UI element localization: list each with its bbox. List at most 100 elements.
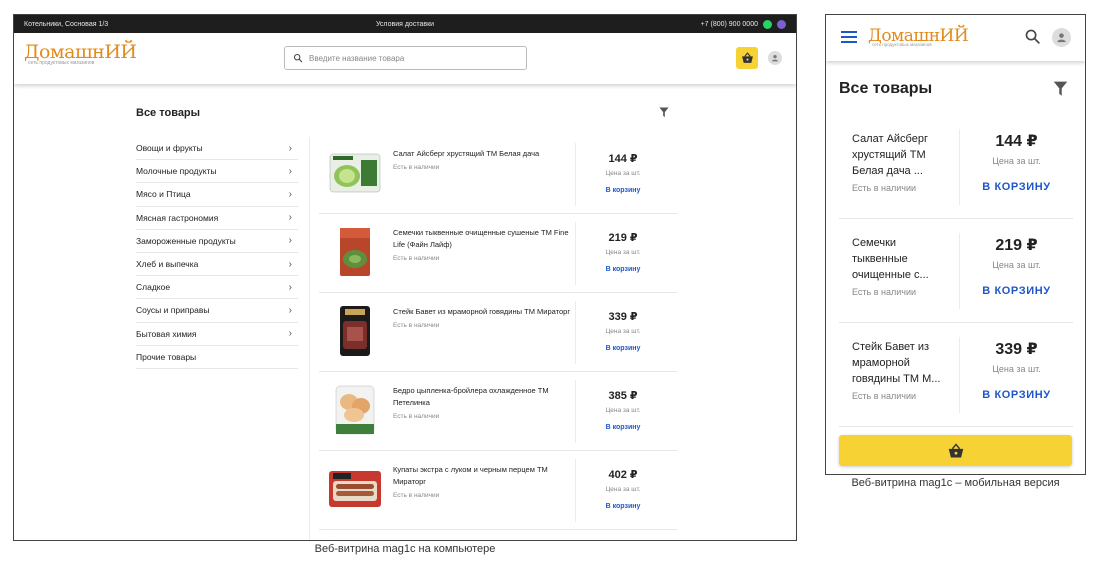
filter-button[interactable]: [659, 105, 669, 123]
add-to-cart-button[interactable]: В корзину: [581, 187, 665, 194]
stock-status: Есть в наличии: [393, 322, 440, 329]
product-row: Бедро цыпленка-бройлера охлажденное ТМ П…: [319, 372, 677, 451]
product-row: Салат Айсберг хрустящий ТМ Белая дача ..…: [839, 115, 1073, 219]
add-to-cart-button[interactable]: В корзину: [581, 345, 665, 352]
search-placeholder: Введите название товара: [309, 53, 405, 63]
product-price: 385 ₽: [608, 390, 638, 402]
desktop-caption: Веб-витрина mag1c на компьютере: [314, 543, 496, 555]
stock-status: Есть в наличии: [393, 255, 440, 262]
mobile-user-button[interactable]: [1052, 28, 1071, 47]
mobile-search-button[interactable]: [1024, 28, 1041, 50]
cart-button[interactable]: [736, 47, 758, 69]
hamburger-icon[interactable]: [841, 31, 857, 43]
category-item[interactable]: Бытовая химия ›: [136, 323, 298, 346]
product-image[interactable]: [327, 305, 383, 357]
product-image[interactable]: [327, 463, 383, 515]
desktop-storefront: Котельники, Сосновая 1/3 Условия доставк…: [13, 14, 797, 541]
mobile-product-list: Салат Айсберг хрустящий ТМ Белая дача ..…: [839, 115, 1073, 427]
product-name[interactable]: Семечки тыквенные очищенные сушеные ТМ F…: [393, 227, 573, 251]
product-price: 144 ₽: [995, 133, 1038, 150]
product-name[interactable]: Бедро цыпленка-бройлера охлажденное ТМ П…: [393, 385, 573, 409]
product-row: Семечки тыквенные очищенные с... Есть в …: [839, 219, 1073, 323]
chevron-right-icon: ›: [288, 328, 292, 340]
chevron-right-icon: ›: [288, 165, 292, 177]
phone-contacts: +7 (800) 900 0000: [701, 19, 786, 29]
product-name[interactable]: Стейк Бавет из мраморной говядины ТМ М..…: [852, 339, 952, 387]
row-divider: [959, 337, 960, 413]
user-icon: [772, 55, 778, 62]
add-to-cart-button[interactable]: В КОРЗИНУ: [964, 389, 1069, 401]
stock-status: Есть в наличии: [393, 164, 440, 171]
product-price: 402 ₽: [608, 469, 638, 481]
product-price: 339 ₽: [995, 341, 1038, 358]
price-unit: Цена за шт.: [605, 486, 641, 493]
viber-icon[interactable]: [777, 19, 786, 29]
product-name[interactable]: Салат Айсберг хрустящий ТМ Белая дача ..…: [852, 131, 952, 179]
mobile-cart-button[interactable]: [839, 435, 1072, 466]
delivery-link[interactable]: Условия доставки: [14, 21, 796, 28]
search-icon: [1025, 29, 1040, 44]
category-item[interactable]: Сладкое ›: [136, 276, 298, 300]
category-item[interactable]: Хлеб и выпечка ›: [136, 253, 298, 277]
chevron-right-icon: ›: [288, 142, 292, 154]
product-row: Салат Айсберг хрустящий ТМ Белая дача Ес…: [319, 135, 677, 214]
add-to-cart-button[interactable]: В КОРЗИНУ: [964, 181, 1069, 193]
mobile-caption: Веб-витрина mag1c – мобильная версия: [851, 477, 1060, 489]
filter-button[interactable]: [1053, 81, 1068, 102]
add-to-cart-button[interactable]: В КОРЗИНУ: [964, 285, 1069, 297]
search-input[interactable]: Введите название товара: [284, 46, 527, 70]
category-label: Соусы и приправы: [136, 305, 210, 316]
column-divider: [309, 137, 310, 540]
add-to-cart-button[interactable]: В корзину: [581, 503, 665, 510]
stock-status: Есть в наличии: [393, 413, 440, 420]
chevron-right-icon: ›: [288, 258, 292, 270]
product-name[interactable]: Салат Айсберг хрустящий ТМ Белая дача: [393, 148, 573, 160]
price-unit: Цена за шт.: [605, 328, 641, 335]
category-item[interactable]: Мясо и Птица ›: [136, 183, 298, 207]
category-label: Хлеб и выпечка: [136, 259, 199, 270]
product-name[interactable]: Семечки тыквенные очищенные с...: [852, 235, 952, 283]
row-divider: [575, 143, 576, 206]
category-list: Овощи и фрукты › Молочные продукты › Мясо …: [136, 137, 298, 369]
category-item[interactable]: Прочие товары: [136, 346, 298, 369]
chevron-right-icon: ›: [288, 281, 292, 293]
whatsapp-icon[interactable]: [763, 19, 772, 29]
chevron-right-icon: ›: [288, 235, 292, 247]
search-icon: [293, 53, 303, 63]
product-name[interactable]: Стейк Бавет из мраморной говядины ТМ Мир…: [393, 306, 573, 318]
product-image[interactable]: [327, 147, 383, 199]
stock-status: Есть в наличии: [393, 492, 440, 499]
user-icon: [1057, 33, 1066, 43]
phone-number[interactable]: +7 (800) 900 0000: [701, 21, 758, 28]
logo-name: ДомашнИЙ: [24, 41, 137, 63]
add-to-cart-button[interactable]: В корзину: [581, 266, 665, 273]
filter-icon: [1053, 81, 1068, 96]
price-unit: Цена за шт.: [605, 170, 641, 177]
filter-icon: [659, 107, 669, 118]
product-image[interactable]: [327, 226, 383, 278]
mobile-header: ДомашнИЙ сеть продуктовых магазинов: [826, 15, 1085, 61]
product-row: Стейк Бавет из мраморной говядины ТМ М..…: [839, 323, 1073, 427]
category-item[interactable]: Овощи и фрукты ›: [136, 137, 298, 161]
category-label: Сладкое: [136, 282, 171, 293]
chevron-right-icon: ›: [288, 304, 292, 316]
product-name[interactable]: Купаты экстра с луком и черным перцем ТМ…: [393, 464, 573, 488]
add-to-cart-button[interactable]: В корзину: [581, 424, 665, 431]
basket-icon: [948, 442, 963, 458]
category-item[interactable]: Молочные продукты ›: [136, 160, 298, 184]
stock-status: Есть в наличии: [852, 287, 916, 297]
category-label: Прочие товары: [136, 351, 197, 362]
user-button[interactable]: [768, 51, 782, 65]
category-label: Замороженные продукты: [136, 235, 236, 246]
logo[interactable]: ДомашнИЙ сеть продуктовых магазинов: [24, 41, 137, 66]
category-item[interactable]: Соусы и приправы ›: [136, 299, 298, 323]
mobile-logo[interactable]: ДомашнИЙ сеть продуктовых магазинов: [868, 27, 969, 47]
category-item[interactable]: Мясная гастрономия ›: [136, 207, 298, 230]
row-divider: [575, 459, 576, 522]
product-image[interactable]: [327, 384, 383, 436]
category-label: Мясо и Птица: [136, 189, 191, 200]
row-divider: [959, 233, 960, 309]
category-item[interactable]: Замороженные продукты ›: [136, 230, 298, 253]
row-divider: [959, 129, 960, 205]
page-title: Все товары: [839, 80, 933, 97]
